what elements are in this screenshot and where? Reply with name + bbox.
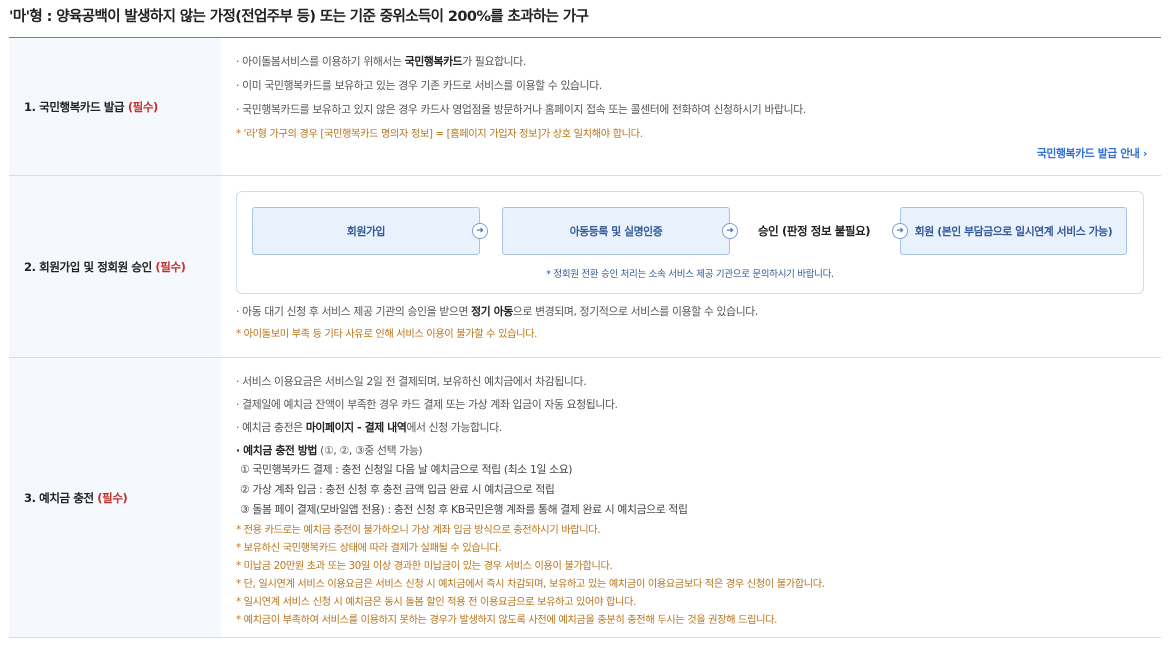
required-mark: (필수)	[127, 99, 158, 114]
row-body-card-issue: · 아이돌봄서비스를 이용하기 위해서는 국민행복카드가 필요합니다. · 이미…	[221, 38, 1161, 175]
row-title: 3. 예치금 충전	[24, 490, 94, 505]
charge-method-item: ② 가상 계좌 입금 : 충전 신청 후 충전 금액 입금 완료 시 예치금으로…	[240, 483, 555, 496]
caution-note: * 전용 카드로는 예치금 충전이 불가하오니 가상 계좌 입금 방식으로 충전…	[236, 525, 601, 536]
signup-flow-diagram: 회원가입 ➜ 아동등록 및 실명인증 ➜ 승인 (판정 정보 불필요) 회원 (…	[236, 191, 1144, 294]
info-line: · 아이돌봄서비스를 이용하기 위해서는 국민행복카드가 필요합니다.	[236, 55, 526, 68]
arrow-right-icon: ➜	[722, 223, 738, 239]
card-issue-guide-link[interactable]: 국민행복카드 발급 안내 ›	[1037, 145, 1148, 161]
info-line: · 국민행복카드를 보유하고 있지 않은 경우 카드사 영업점을 방문하거나 홈…	[236, 103, 806, 116]
info-line: · 아동 대기 신청 후 서비스 제공 기관의 승인을 받으면 정기 아동으로 …	[236, 305, 758, 318]
arrow-right-icon: ➜	[472, 223, 488, 239]
charge-method-item: ③ 돌봄 페이 결제(모바일앱 전용) : 충전 신청 후 KB국민은행 계좌를…	[240, 503, 688, 516]
row-body-deposit: · 서비스 이용요금은 서비스일 2일 전 결제되며, 보유하신 예치금에서 차…	[221, 358, 1161, 637]
arrow-right-icon: ➜	[892, 223, 908, 239]
chevron-right-icon: ›	[1142, 147, 1147, 160]
caution-note: * '라'형 가구의 경우 [국민행복카드 명의자 정보] = [홈페이지 가입…	[236, 129, 643, 140]
row-body-signup: 회원가입 ➜ 아동등록 및 실명인증 ➜ 승인 (판정 정보 불필요) 회원 (…	[221, 176, 1161, 357]
caution-note: * 미납금 20만원 초과 또는 30일 이상 경과한 미납금이 있는 경우 서…	[236, 561, 613, 572]
caution-note: * 보유하신 국민행복카드 상태에 따라 결제가 실패될 수 있습니다.	[236, 543, 502, 554]
flow-note: * 정회원 전환 승인 처리는 소속 서비스 제공 기관으로 문의하시기 바랍니…	[546, 269, 834, 280]
required-mark: (필수)	[97, 490, 128, 505]
charge-method-heading: · 예치금 충전 방법 (①, ②, ③중 선택 가능)	[236, 444, 423, 457]
page-title: '마'형 : 양육공백이 발생하지 않는 가정(전업주부 등) 또는 기준 중위…	[9, 9, 589, 25]
step-signup: 회원가입	[252, 207, 480, 255]
caution-note: * 일시연계 서비스 신청 시 예치금은 동시 돌봄 할인 적용 전 이용요금으…	[236, 597, 636, 608]
info-line: · 서비스 이용요금은 서비스일 2일 전 결제되며, 보유하신 예치금에서 차…	[236, 375, 587, 388]
row-header-card-issue: 1. 국민행복카드 발급 (필수)	[9, 38, 221, 175]
row-header-signup: 2. 회원가입 및 정회원 승인 (필수)	[9, 176, 221, 357]
row-signup-approval: 2. 회원가입 및 정회원 승인 (필수) 회원가입 ➜ 아동등록 및 실명인증…	[9, 176, 1161, 358]
row-deposit-charge: 3. 예치금 충전 (필수) · 서비스 이용요금은 서비스일 2일 전 결제되…	[9, 358, 1161, 638]
caution-note: * 단, 일시연계 서비스 이용요금은 서비스 신청 시 예치금에서 즉시 차감…	[236, 579, 825, 590]
row-card-issue: 1. 국민행복카드 발급 (필수) · 아이돌봄서비스를 이용하기 위해서는 국…	[9, 38, 1161, 176]
steps-table: 1. 국민행복카드 발급 (필수) · 아이돌봄서비스를 이용하기 위해서는 국…	[9, 37, 1161, 638]
step-approval: 승인 (판정 정보 불필요)	[758, 224, 871, 238]
row-title: 1. 국민행복카드 발급	[24, 99, 125, 114]
row-header-deposit: 3. 예치금 충전 (필수)	[9, 358, 221, 637]
info-line: · 예치금 충전은 마이페이지 - 결제 내역에서 신청 가능합니다.	[236, 421, 502, 434]
caution-note: * 아이돌보미 부족 등 기타 사유로 인해 서비스 이용이 불가할 수 있습니…	[236, 329, 538, 340]
charge-method-item: ① 국민행복카드 결제 : 충전 신청일 다음 날 예치금으로 적립 (최소 1…	[240, 463, 573, 476]
step-child-registration: 아동등록 및 실명인증	[502, 207, 730, 255]
step-member: 회원 (본인 부담금으로 일시연계 서비스 가능)	[900, 207, 1127, 255]
caution-note: * 예치금이 부족하여 서비스를 이용하지 못하는 경우가 발생하지 않도록 사…	[236, 615, 778, 626]
required-mark: (필수)	[155, 259, 186, 274]
row-title: 2. 회원가입 및 정회원 승인	[24, 259, 152, 274]
info-line: · 결제일에 예치금 잔액이 부족한 경우 카드 결제 또는 가상 계좌 입금이…	[236, 398, 618, 411]
info-line: · 이미 국민행복카드를 보유하고 있는 경우 기존 카드로 서비스를 이용할 …	[236, 79, 602, 92]
